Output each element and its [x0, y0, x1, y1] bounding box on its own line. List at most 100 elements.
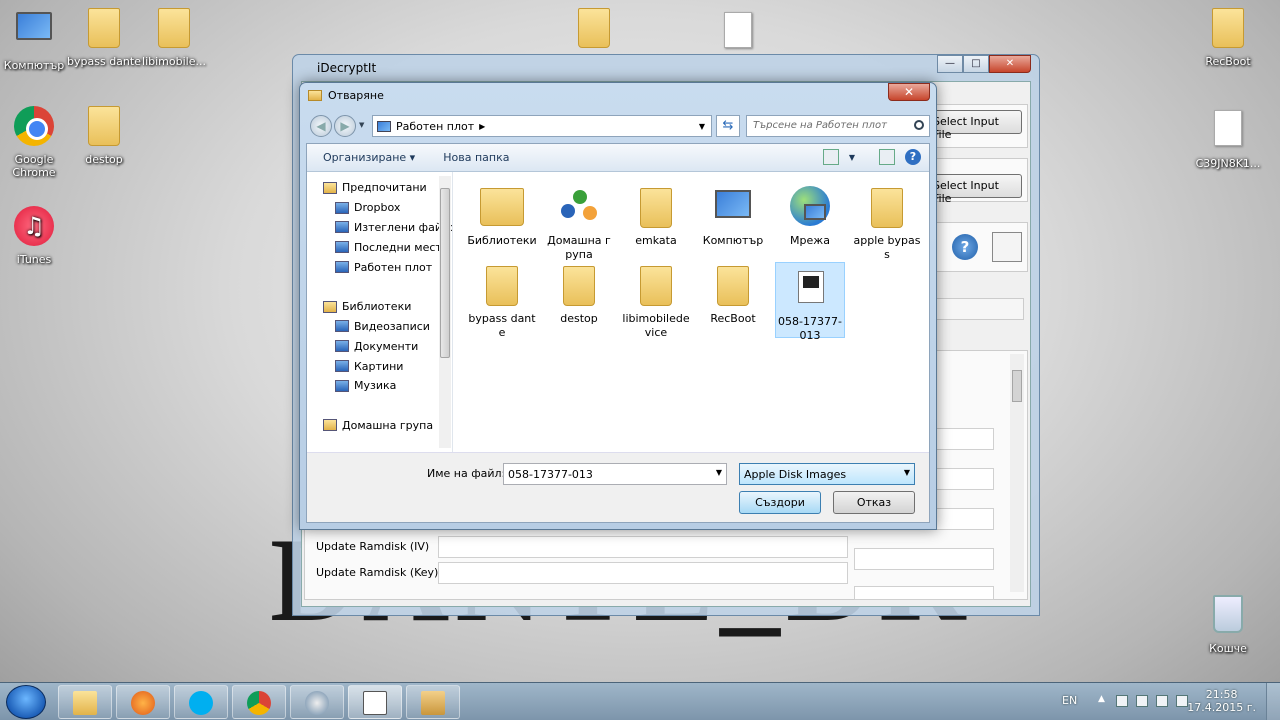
desktop-icon-document-top[interactable]	[700, 8, 776, 59]
tray-expand-icon[interactable]: ▲	[1098, 694, 1105, 704]
system-tray: EN ▲ 21:58 17.4.2015 г.	[1050, 683, 1280, 720]
forward-button[interactable]: ▶	[334, 115, 356, 137]
filetype-select[interactable]: Apple Disk Images ▼	[739, 463, 915, 485]
organize-menu[interactable]: Организиране ▾	[323, 151, 415, 164]
address-bar[interactable]: Работен плот ▶ ▼	[372, 115, 712, 137]
library-icon	[478, 184, 526, 232]
view-options-icon[interactable]	[822, 149, 839, 165]
desktop-icon-recboot[interactable]: RecBoot	[1190, 8, 1266, 68]
show-desktop-button[interactable]	[1266, 683, 1280, 720]
fields-scrollbar[interactable]	[1010, 354, 1024, 592]
new-folder-button[interactable]: Нова папка	[443, 151, 509, 164]
desktop-icon-computer[interactable]: Компютър	[0, 8, 72, 72]
field-right-5[interactable]	[854, 586, 994, 600]
file-item[interactable]: RecBoot	[698, 262, 768, 326]
help-icon[interactable]: ?	[905, 149, 921, 165]
file-item[interactable]: 058-17377-013	[775, 262, 845, 342]
file-item[interactable]: Компютър	[698, 184, 768, 248]
desktop-icon-bypass-dante[interactable]: bypass dante	[66, 8, 142, 68]
address-dropdown-icon[interactable]: ▼	[699, 122, 705, 131]
refresh-button[interactable]: ⇆	[716, 115, 740, 137]
file-item[interactable]: emkata	[621, 184, 691, 248]
file-item-label: Компютър	[702, 234, 764, 247]
nav-item-label: Домашна група	[342, 418, 434, 432]
search-placeholder: Търсене на Работен плот	[753, 120, 887, 131]
filename-dropdown-icon[interactable]: ▼	[716, 468, 722, 477]
language-indicator[interactable]: EN	[1062, 694, 1077, 707]
desktop-icon-itunes[interactable]: ♫ iTunes	[0, 206, 72, 266]
flag-icon[interactable]	[1116, 695, 1128, 707]
nav-item[interactable]: Библиотеки	[307, 297, 452, 317]
start-button[interactable]	[6, 685, 46, 719]
taskbar-explorer[interactable]	[58, 685, 112, 719]
taskbar-app-5[interactable]	[290, 685, 344, 719]
update-ramdisk-iv-input[interactable]	[438, 536, 848, 558]
file-item-label: emkata	[635, 234, 677, 247]
device-icon[interactable]	[1136, 695, 1148, 707]
dialog-close-button[interactable]: ✕	[888, 83, 930, 101]
maximize-button[interactable]: □	[963, 55, 989, 73]
update-ramdisk-key-input[interactable]	[438, 562, 848, 584]
dialog-bottom-area: Име на файл: 058-17377-013 ▼ Apple Disk …	[307, 452, 929, 522]
nav-item[interactable]: Музика	[307, 376, 452, 396]
desktop-icon-c39jn8k1[interactable]: C39JN8K1...	[1190, 106, 1266, 170]
nav-item[interactable]: Последни места	[307, 237, 452, 257]
view-dropdown-icon[interactable]: ▼	[849, 153, 855, 162]
folder-icon	[709, 262, 757, 310]
breadcrumb-chevron-icon[interactable]: ▶	[479, 122, 485, 131]
file-item[interactable]: apple bypass	[852, 184, 922, 262]
close-button[interactable]: ✕	[989, 55, 1031, 73]
desktop-icon-folder-top[interactable]	[556, 8, 632, 55]
file-item[interactable]: destop	[544, 262, 614, 326]
filename-input[interactable]: 058-17377-013 ▼	[503, 463, 727, 485]
taskbar-app-7[interactable]	[406, 685, 460, 719]
nav-item-label: Библиотеки	[342, 300, 412, 314]
nav-item[interactable]: Видеозаписи	[307, 317, 452, 337]
navigation-pane: Предпочитани Dropbox Изтеглени файлове Посл…	[307, 172, 453, 452]
file-item-label: RecBoot	[710, 312, 756, 325]
field-right-4[interactable]	[854, 548, 994, 570]
nav-group-icon	[323, 300, 337, 313]
desktop-icon-libimobile[interactable]: libimobile...	[136, 8, 212, 68]
select-input-file-button-2[interactable]: Select Input File	[926, 174, 1022, 205]
clock[interactable]: 21:58 17.4.2015 г.	[1187, 688, 1256, 714]
file-item[interactable]: Библиотеки	[467, 184, 537, 248]
select-input-file-button-1[interactable]: Select Input File	[926, 110, 1022, 141]
file-item-label: Мрежа	[790, 234, 830, 247]
folder-icon	[578, 8, 610, 48]
device-dropdown[interactable]	[928, 298, 1024, 320]
taskbar-skype[interactable]	[174, 685, 228, 719]
minimize-button[interactable]: —	[937, 55, 963, 73]
file-item[interactable]: Мрежа	[775, 184, 845, 248]
desktop-icon-recycle-bin[interactable]: Кошче	[1190, 592, 1266, 655]
taskbar-idecryptit[interactable]	[348, 685, 402, 719]
nav-item[interactable]: Dropbox	[307, 198, 452, 218]
nav-item[interactable]: Домашна група	[307, 416, 452, 436]
nav-item[interactable]: Картини	[307, 356, 452, 376]
nav-item[interactable]: Документи	[307, 336, 452, 356]
desktop-icon-label: RecBoot	[1205, 55, 1251, 68]
open-button[interactable]: Създори	[739, 491, 821, 514]
cancel-button[interactable]: Отказ	[833, 491, 915, 514]
nav-item[interactable]: Работен плот	[307, 257, 452, 277]
help-icon[interactable]: ?	[952, 234, 978, 260]
file-item[interactable]: libimobiledevice	[621, 262, 691, 340]
file-item-label: destop	[560, 312, 598, 325]
file-item[interactable]: Домашна група	[544, 184, 614, 262]
search-tool-icon[interactable]	[992, 232, 1022, 262]
search-input[interactable]: Търсене на Работен плот	[746, 115, 930, 137]
file-item[interactable]: bypass dante	[467, 262, 537, 340]
back-button[interactable]: ◀	[310, 115, 332, 137]
window-controls: — □ ✕	[937, 55, 1031, 73]
network-icon[interactable]	[1156, 695, 1168, 707]
recent-locations-dropdown[interactable]: ▼	[359, 121, 364, 129]
preview-pane-icon[interactable]	[879, 149, 895, 165]
nav-scrollbar[interactable]	[439, 176, 451, 448]
taskbar-chrome[interactable]	[232, 685, 286, 719]
taskbar-firefox[interactable]	[116, 685, 170, 719]
desktop-icon-chrome[interactable]: Google Chrome	[0, 106, 72, 179]
nav-item[interactable]: Изтеглени файлове	[307, 218, 452, 238]
nav-item[interactable]: Предпочитани	[307, 178, 452, 198]
desktop-icon-destop[interactable]: destop	[66, 106, 142, 166]
